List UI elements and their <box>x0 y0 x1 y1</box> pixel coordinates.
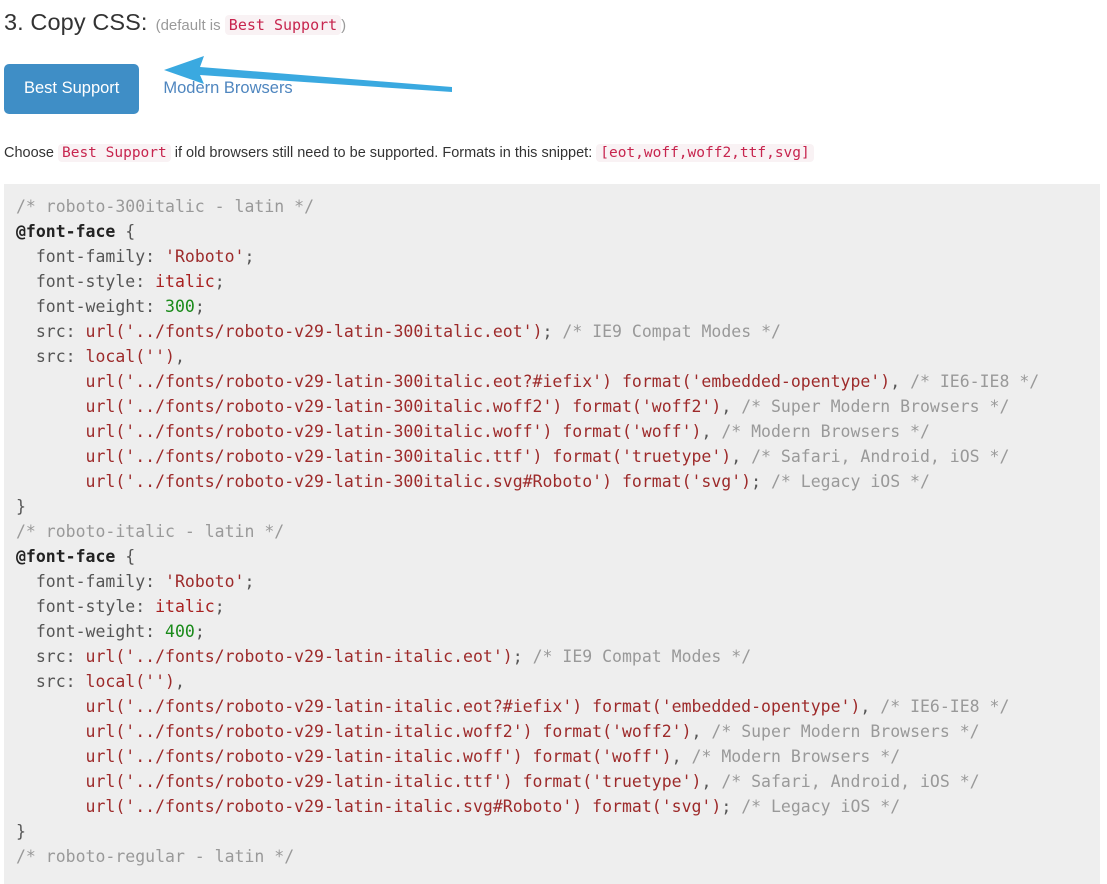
choose-code-formats: [eot,woff,woff2,ttf,svg] <box>596 144 814 162</box>
css-code-block[interactable]: /* roboto-300italic - latin */ @font-fac… <box>4 184 1100 884</box>
css-code-content[interactable]: /* roboto-300italic - latin */ @font-fac… <box>16 194 1100 869</box>
choose-code-best-support: Best Support <box>57 144 171 162</box>
heading-note-prefix: (default is <box>155 17 221 34</box>
format-tabs: Best Support Modern Browsers <box>4 64 307 114</box>
page-title: 3. Copy CSS: <box>4 9 148 35</box>
tab-modern-browsers[interactable]: Modern Browsers <box>149 64 306 114</box>
heading-note-code: Best Support <box>224 15 342 35</box>
heading-default-note: (default is Best Support) <box>155 15 347 35</box>
choose-text-middle: if old browsers still need to be support… <box>174 145 593 161</box>
page-heading: 3. Copy CSS: (default is Best Support) <box>4 9 346 36</box>
tab-best-support[interactable]: Best Support <box>4 64 140 114</box>
choose-description: Choose Best Support if old browsers stil… <box>4 144 814 162</box>
choose-text-prefix: Choose <box>4 145 54 161</box>
heading-note-suffix: ) <box>341 17 347 34</box>
